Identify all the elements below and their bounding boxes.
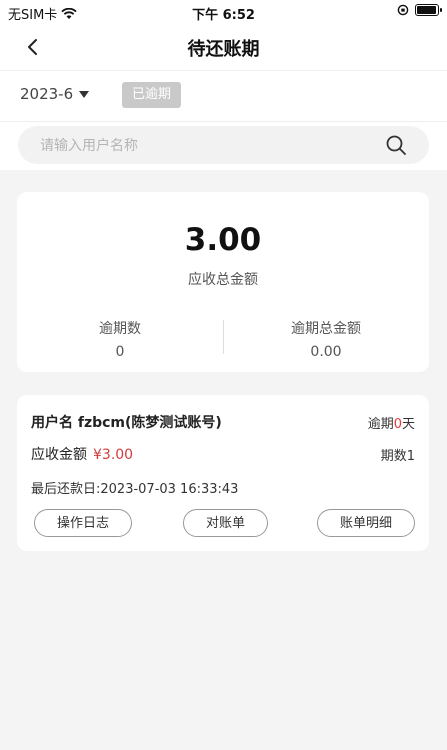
summary-card: 3.00 应收总金额 逾期数 0 逾期总金额 0.00 [17, 192, 429, 372]
search-area [0, 122, 447, 170]
search-icon[interactable] [385, 134, 407, 156]
overdue-total-stat: 逾期总金额 0.00 [223, 318, 429, 360]
bill-detail-button[interactable]: 账单明细 [316, 509, 415, 537]
month-value: 2023-6 [20, 85, 74, 103]
amount-line: 应收金额 ¥3.00 [31, 444, 133, 464]
page-title: 待还账期 [187, 39, 260, 60]
clock: 下午 6:52 [192, 8, 255, 23]
status-bar: 无SIM卡 下午 6:52 [0, 0, 447, 24]
orientation-lock-icon [397, 4, 409, 16]
overdue-count-label: 逾期数 [99, 321, 141, 337]
overdue-days-suffix: 天 [401, 417, 415, 432]
month-selector[interactable]: 2023-6 [20, 85, 90, 103]
overdue-total-label: 逾期总金额 [291, 321, 361, 337]
last-payment-date: 最后还款日:2023-07-03 16:33:43 [31, 482, 239, 497]
periods-count: 期数1 [380, 449, 415, 464]
operation-log-button[interactable]: 操作日志 [34, 509, 133, 537]
status-right [397, 4, 442, 16]
overdue-count-value: 0 [115, 344, 125, 360]
dropdown-triangle-icon [79, 90, 90, 98]
bill-record-card: 用户名 fzbcm(陈梦测试账号) 逾期0天 应收金额 ¥3.00 期数1 最后还… [17, 395, 429, 551]
total-receivable-amount: 3.00 [184, 222, 262, 258]
battery-icon [415, 4, 442, 16]
user-name: fzbcm(陈梦测试账号) [77, 415, 222, 431]
filter-bar: 2023-6 已逾期 [0, 71, 447, 122]
overdue-days: 逾期0天 [368, 413, 415, 432]
amount-label: 应收金额 [31, 447, 87, 463]
overdue-filter-tag[interactable]: 已逾期 [122, 82, 182, 108]
user-label: 用户名 [31, 415, 73, 431]
user-line: 用户名 fzbcm(陈梦测试账号) [31, 412, 222, 432]
total-receivable-label: 应收总金额 [188, 272, 258, 288]
nav-bar: 待还账期 [0, 24, 447, 71]
overdue-count-stat: 逾期数 0 [17, 318, 223, 360]
overdue-total-value: 0.00 [310, 344, 342, 360]
search-input[interactable] [38, 126, 382, 166]
statement-button[interactable]: 对账单 [183, 509, 269, 537]
overdue-days-prefix: 逾期 [367, 417, 394, 432]
overdue-days-value: 0 [393, 417, 402, 432]
search-box [18, 126, 429, 166]
amount-value: ¥3.00 [93, 447, 134, 463]
